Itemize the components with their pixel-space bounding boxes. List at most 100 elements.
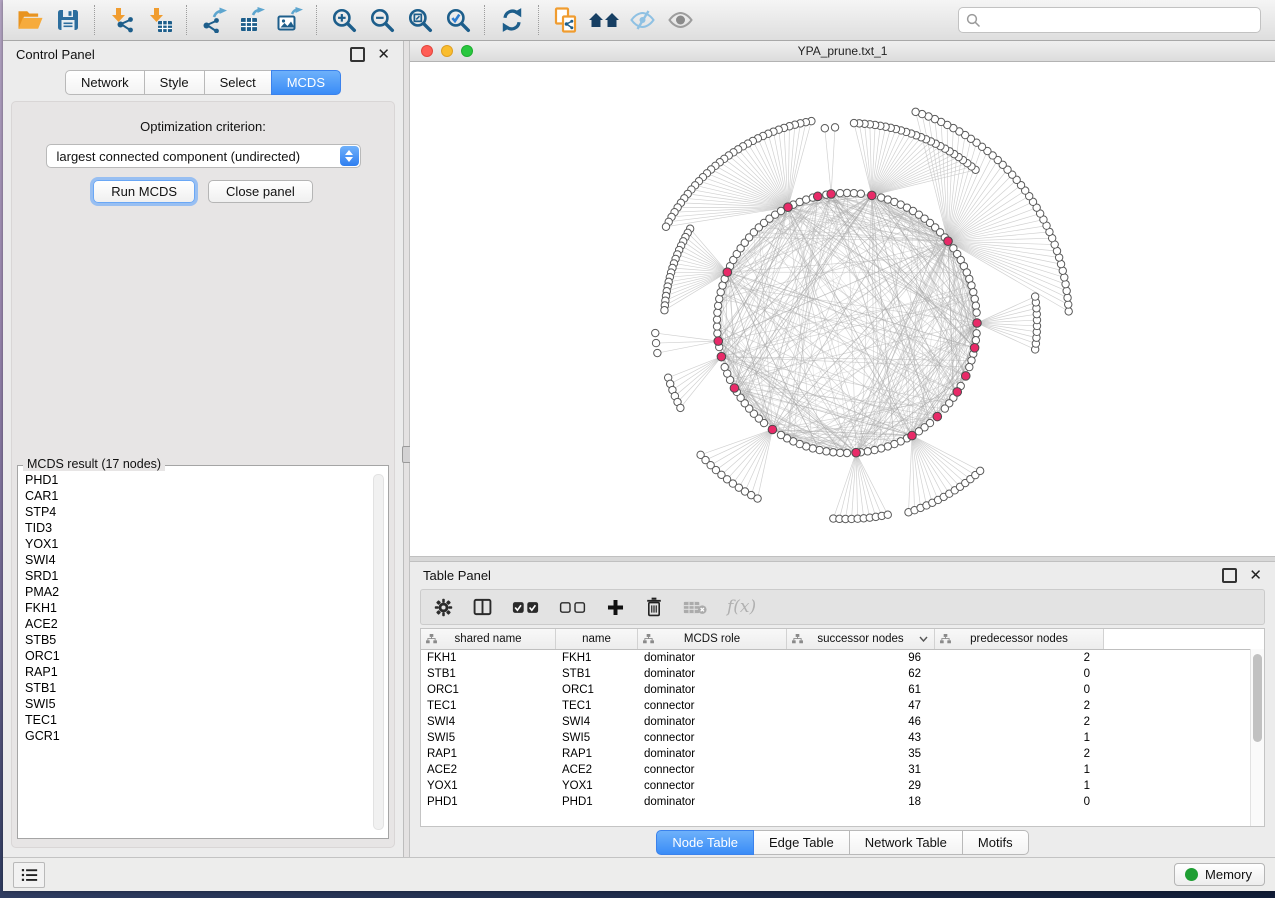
table-cell-mcds-role: dominator (638, 796, 787, 808)
first-neighbors-icon[interactable] (588, 5, 620, 35)
table-row[interactable]: ORC1ORC1dominator610 (421, 682, 1264, 698)
table-scrollbar[interactable] (1250, 649, 1264, 826)
show-all-icon[interactable] (664, 5, 696, 35)
table-cell-successor-nodes: 62 (787, 668, 935, 680)
mcds-result-item[interactable]: FKH1 (20, 600, 386, 616)
column-header-name[interactable]: name (556, 629, 638, 649)
search-icon (966, 13, 981, 28)
add-row-icon[interactable] (606, 598, 625, 617)
tab-motifs[interactable]: Motifs (962, 830, 1029, 855)
table-cell-shared-name: PHD1 (421, 796, 556, 808)
close-panel-button[interactable]: Close panel (208, 180, 313, 203)
mcds-result-item[interactable]: ORC1 (20, 648, 386, 664)
float-panel-icon[interactable] (350, 47, 365, 62)
column-header-predecessor-nodes[interactable]: predecessor nodes (935, 629, 1104, 649)
table-row[interactable]: ACE2ACE2connector311 (421, 762, 1264, 778)
mcds-list-scrollbar[interactable] (373, 474, 384, 830)
mcds-result-item[interactable]: PMA2 (20, 584, 386, 600)
run-mcds-button[interactable]: Run MCDS (93, 180, 195, 203)
tab-network[interactable]: Network (65, 70, 145, 95)
network-canvas[interactable] (410, 62, 1275, 556)
toolbar-separator (94, 5, 96, 35)
table-row[interactable]: PHD1PHD1dominator180 (421, 794, 1264, 810)
table-cell-name: SWI4 (556, 716, 638, 728)
mcds-result-item[interactable]: PHD1 (20, 472, 386, 488)
clone-network-icon[interactable] (550, 5, 582, 35)
tab-mcds[interactable]: MCDS (271, 70, 341, 95)
mcds-result-item[interactable]: SRD1 (20, 568, 386, 584)
mcds-result-item[interactable]: CAR1 (20, 488, 386, 504)
mcds-result-item[interactable]: STB1 (20, 680, 386, 696)
mcds-result-item[interactable]: TID3 (20, 520, 386, 536)
zoom-fit-icon[interactable] (404, 5, 436, 35)
table-row[interactable]: FKH1FKH1dominator962 (421, 650, 1264, 666)
network-graph[interactable] (410, 62, 1275, 556)
open-session-icon[interactable] (14, 5, 46, 35)
zoom-out-icon[interactable] (366, 5, 398, 35)
column-settings-icon[interactable] (434, 598, 453, 617)
delete-table-icon[interactable] (683, 600, 707, 615)
window-close-icon[interactable] (421, 45, 433, 57)
table-cell-name: STB1 (556, 668, 638, 680)
tab-style[interactable]: Style (144, 70, 205, 95)
table-row[interactable]: RAP1RAP1dominator352 (421, 746, 1264, 762)
memory-button[interactable]: Memory (1174, 863, 1265, 886)
node-table: shared name name MCDS role successor nod… (420, 628, 1265, 827)
save-session-icon[interactable] (52, 5, 84, 35)
table-scrollbar-thumb[interactable] (1253, 654, 1262, 742)
import-network-icon[interactable] (106, 5, 138, 35)
select-all-icon[interactable] (512, 601, 539, 614)
table-row[interactable]: SWI4SWI4dominator462 (421, 714, 1264, 730)
close-table-panel-icon[interactable]: ✕ (1249, 568, 1262, 583)
table-row[interactable]: YOX1YOX1connector291 (421, 778, 1264, 794)
mcds-result-item[interactable]: TEC1 (20, 712, 386, 728)
mcds-result-item[interactable]: YOX1 (20, 536, 386, 552)
search-field[interactable] (958, 7, 1261, 33)
column-header-shared-name[interactable]: shared name (421, 629, 556, 649)
mcds-result-item[interactable]: SWI4 (20, 552, 386, 568)
zoom-in-icon[interactable] (328, 5, 360, 35)
column-header-successor-nodes[interactable]: successor nodes (787, 629, 935, 649)
import-table-icon[interactable] (144, 5, 176, 35)
mcds-result-item[interactable]: SWI5 (20, 696, 386, 712)
table-cell-name: TEC1 (556, 700, 638, 712)
table-cell-shared-name: TEC1 (421, 700, 556, 712)
optimization-criterion-select[interactable]: largest connected component (undirected) (46, 144, 361, 168)
tab-select[interactable]: Select (204, 70, 272, 95)
memory-label: Memory (1205, 867, 1252, 882)
table-cell-successor-nodes: 61 (787, 684, 935, 696)
split-view-icon[interactable] (473, 598, 492, 616)
table-cell-mcds-role: dominator (638, 668, 787, 680)
table-row[interactable]: TEC1TEC1connector472 (421, 698, 1264, 714)
export-network-icon[interactable] (198, 5, 230, 35)
delete-row-icon[interactable] (645, 597, 663, 617)
table-row[interactable]: STB1STB1dominator620 (421, 666, 1264, 682)
tab-network-table[interactable]: Network Table (849, 830, 963, 855)
column-header-mcds-role[interactable]: MCDS role (638, 629, 787, 649)
hide-selected-icon[interactable] (626, 5, 658, 35)
mcds-result-list[interactable]: PHD1CAR1STP4TID3YOX1SWI4SRD1PMA2FKH1ACE2… (20, 472, 386, 836)
float-table-panel-icon[interactable] (1222, 568, 1237, 583)
table-cell-mcds-role: dominator (638, 748, 787, 760)
tab-node-table[interactable]: Node Table (656, 830, 754, 855)
application-window: Control Panel ✕ Network Style Select MCD… (3, 0, 1275, 891)
window-minimize-icon[interactable] (441, 45, 453, 57)
mcds-result-item[interactable]: RAP1 (20, 664, 386, 680)
apply-layout-icon[interactable] (496, 5, 528, 35)
search-input[interactable] (987, 12, 1253, 29)
mcds-result-item[interactable]: STP4 (20, 504, 386, 520)
equation-builder-icon[interactable]: f(x) (727, 597, 756, 617)
main-toolbar (3, 0, 1275, 41)
deselect-all-icon[interactable] (559, 601, 586, 614)
mcds-result-item[interactable]: GCR1 (20, 728, 386, 744)
window-maximize-icon[interactable] (461, 45, 473, 57)
close-panel-icon[interactable]: ✕ (377, 47, 390, 62)
task-history-button[interactable] (13, 862, 45, 888)
mcds-result-item[interactable]: ACE2 (20, 616, 386, 632)
table-row[interactable]: SWI5SWI5connector431 (421, 730, 1264, 746)
export-table-icon[interactable] (236, 5, 268, 35)
zoom-selected-icon[interactable] (442, 5, 474, 35)
mcds-result-item[interactable]: STB5 (20, 632, 386, 648)
tab-edge-table[interactable]: Edge Table (753, 830, 850, 855)
export-image-icon[interactable] (274, 5, 306, 35)
